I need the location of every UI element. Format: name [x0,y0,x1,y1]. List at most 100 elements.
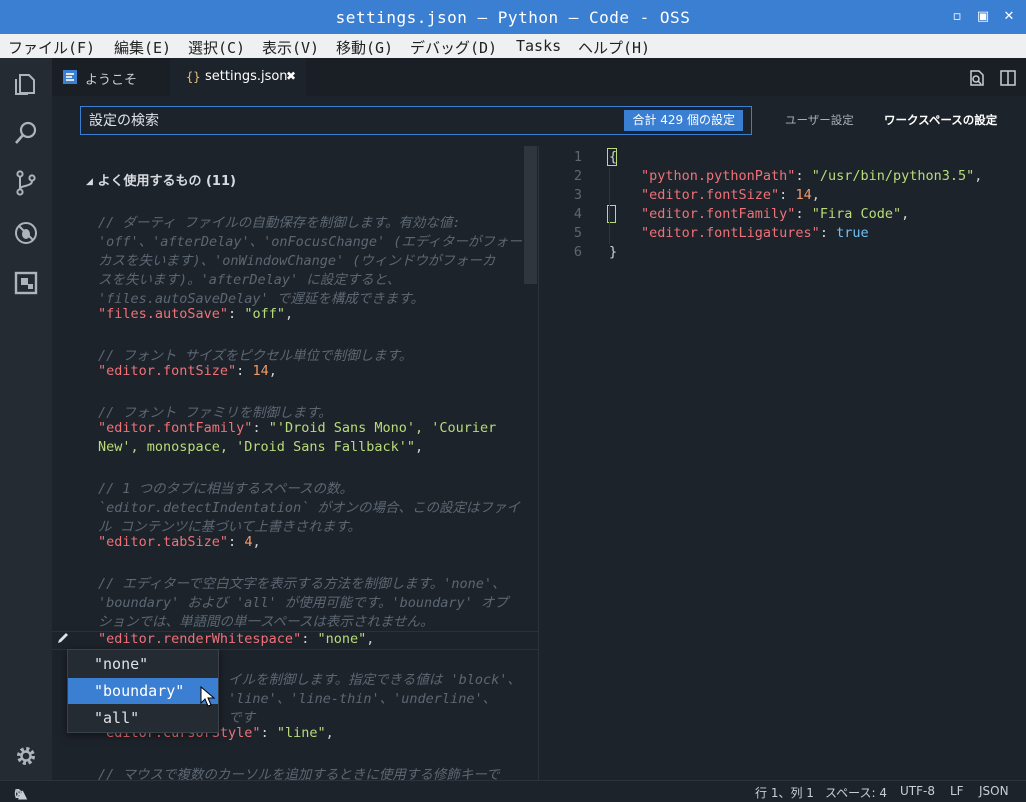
gear-icon[interactable] [13,743,39,769]
setting-comment-line: です [228,710,255,726]
menu-go[interactable]: 移動(G) [336,37,393,58]
setting-end: , [414,439,424,455]
setting-key: "editor.tabSize" [98,534,229,550]
setting-line[interactable]: "files.autoSave": "off", [98,306,293,322]
tab-settings-json-label: settings.json [205,69,288,84]
setting-end: , [974,168,983,184]
setting-value: 14 [795,187,812,203]
setting-comment-line: `editor.detectIndentation` がオンの場合、この設定はフ… [98,500,520,516]
setting-value: 14 [252,363,269,379]
tab-settings-json[interactable]: {} settings.json ✖ [170,58,306,96]
mouse-cursor-icon [200,686,216,707]
setting-value: "none" [317,631,367,647]
setting-comment-line: // 1 つのタブに相当するスペースの数。 [98,481,354,497]
setting-line[interactable]: "editor.fontFamily": "'Droid Sans Mono',… [98,420,496,436]
left-pane-scrollbar[interactable] [524,146,537,284]
group-header[interactable]: ◢ よく使用するもの (11) [86,170,236,189]
status-bar: ⊗ 1 ▲ 0 行 1、列 1 スペース: 4 UTF-8 LF JSON [0,780,1026,802]
settings-search-input[interactable] [89,111,609,131]
edit-pencil-icon[interactable] [56,631,70,645]
setting-comment-line: // マウスで複数のカーソルを追加するときに使用する修飾キーで [98,767,500,780]
minimize-icon[interactable]: ▫ [946,6,968,28]
setting-end: , [901,206,910,222]
collapse-triangle-icon: ◢ [86,177,93,187]
vscode-logo-icon [63,70,77,84]
setting-comment-line: 'off'、'afterDelay'、'onFocusChange' (エディタ… [98,234,522,250]
settings-search-box: 合計 429 個の設定 [80,106,752,135]
setting-line[interactable]: "editor.tabSize": 4, [98,534,261,550]
workspace-settings-editor[interactable]: 1 2 3 4 5 6 { "python.pythonPath": "/usr… [539,146,1026,780]
indent-guide [609,168,610,244]
open-file-icon[interactable] [968,69,986,87]
setting-comment-line: イルを制御します。指定できる値は 'block'、 [228,672,521,688]
setting-key: "editor.fontFamily" [98,420,253,436]
menu-tasks[interactable]: Tasks [516,37,561,55]
explorer-icon[interactable] [13,70,39,96]
language-mode[interactable]: JSON [979,784,1009,798]
indentation-status[interactable]: スペース: 4 [825,784,887,801]
workspace-setting-line[interactable]: "editor.fontLigatures": true [641,225,869,241]
source-control-icon[interactable] [13,170,39,196]
line-number: 5 [573,225,582,241]
split-editor-icon[interactable] [999,69,1017,87]
title-bar: settings.json — Python — Code - OSS ▫ ▣ … [0,0,1026,34]
setting-value: true [836,225,869,241]
workspace-setting-line[interactable]: "editor.fontFamily": "Fira Code", [641,206,909,222]
setting-key: "python.pythonPath" [641,168,796,184]
line-number: 4 [573,206,582,222]
cursor-position[interactable]: 行 1、列 1 [755,784,814,801]
activity-bar [0,58,52,780]
line-number: 3 [573,187,582,203]
menu-help[interactable]: ヘルプ(H) [578,37,650,58]
value-suggestion-dropdown: "none" "boundary" "all" [67,649,219,733]
dropdown-option-all[interactable]: "all" [68,705,218,731]
tab-workspace-settings[interactable]: ワークスペースの設定 [884,112,997,128]
workspace-setting-line[interactable]: "editor.fontSize": 14, [641,187,820,203]
maximize-icon[interactable]: ▣ [972,6,994,28]
setting-comment-line: ル コンテンツに基づいて上書きされます。 [98,519,361,535]
dropdown-option-boundary[interactable]: "boundary" [68,678,218,704]
setting-line[interactable]: "editor.renderWhitespace": "none", [98,631,374,647]
tab-close-icon[interactable]: ✖ [286,69,296,83]
line-number: 1 [573,149,582,165]
menu-selection[interactable]: 選択(C) [188,37,245,58]
setting-line[interactable]: "editor.fontSize": 14, [98,363,277,379]
extensions-icon[interactable] [13,270,39,296]
setting-line-continued[interactable]: New', monospace, 'Droid Sans Fallback'", [98,439,423,455]
setting-end: , [284,306,294,322]
menu-file[interactable]: ファイル(F) [8,37,95,58]
menu-view[interactable]: 表示(V) [262,37,319,58]
line-number: 6 [573,244,582,260]
eol-status[interactable]: LF [950,784,964,798]
group-title-label: よく使用するもの (11) [97,174,236,189]
setting-comment-line: 'files.autoSaveDelay' で遅延を構成できます。 [98,291,424,307]
setting-end: , [252,534,261,550]
search-icon[interactable] [13,120,39,146]
warning-count: 0 [14,787,22,801]
json-close-brace: } [609,244,618,260]
setting-comment-line: カスを失います)、'onWindowChange' (ウィンドウがフォーカ [98,253,496,269]
settings-search-row: 合計 429 個の設定 ユーザー設定 ワークスペースの設定 [52,96,1026,146]
menu-edit[interactable]: 編集(E) [114,37,171,58]
setting-comment-line: // ダーティ ファイルの自動保存を制御します。有効な値: [98,215,461,231]
editor-tab-bar: ようこそ {} settings.json ✖ [52,58,1026,96]
setting-value: "Fira Code" [811,206,902,222]
line-number: 2 [573,168,582,184]
setting-value-continued: New', monospace, 'Droid Sans Fallback'" [98,439,415,455]
workspace-setting-line[interactable]: "python.pythonPath": "/usr/bin/python3.5… [641,168,982,184]
json-open-brace: { [609,149,618,165]
tab-welcome[interactable]: ようこそ [52,58,170,96]
setting-comment-line: ションでは、単語間の単一スペースは表示されません。 [98,614,434,630]
tab-user-settings[interactable]: ユーザー設定 [785,112,854,128]
encoding-status[interactable]: UTF-8 [900,784,935,798]
dropdown-option-none[interactable]: "none" [68,651,218,677]
json-braces-icon: {} [186,70,201,84]
setting-value: "'Droid Sans Mono', 'Courier [268,420,497,436]
menu-debug[interactable]: デバッグ(D) [410,37,497,58]
window-title: settings.json — Python — Code - OSS [335,8,691,27]
debug-icon[interactable] [13,220,39,246]
setting-comment-line: 'boundary' および 'all' が使用可能です。'boundary' … [98,595,508,611]
setting-key: "editor.fontSize" [641,187,780,203]
close-icon[interactable]: ✕ [998,6,1020,28]
setting-end: , [811,187,820,203]
